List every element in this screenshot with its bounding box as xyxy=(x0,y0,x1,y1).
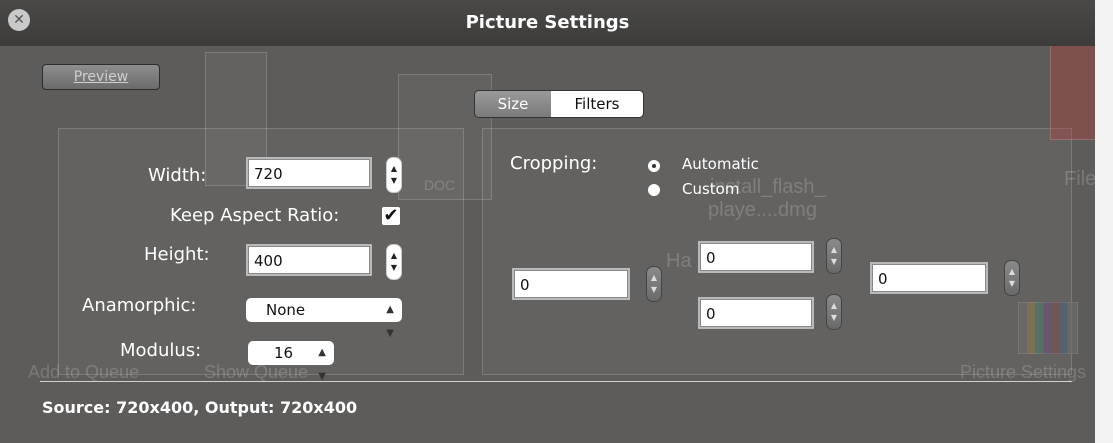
tab-size[interactable]: Size xyxy=(475,91,551,117)
popup-arrows-icon: ▲ ▼ xyxy=(386,304,394,339)
crop-top-field[interactable]: 0 xyxy=(698,241,814,273)
crop-left-stepper[interactable]: ▲ ▼ xyxy=(646,266,662,302)
window-edge xyxy=(1095,0,1113,443)
modulus-value: 16 xyxy=(274,344,294,362)
radio-custom-label: Custom xyxy=(682,180,740,198)
height-stepper[interactable]: ▲ ▼ xyxy=(386,244,402,280)
crop-right-stepper[interactable]: ▲ ▼ xyxy=(1004,260,1020,296)
crop-top-stepper[interactable]: ▲ ▼ xyxy=(826,238,842,274)
height-field[interactable]: 400 xyxy=(246,244,372,276)
width-stepper[interactable]: ▲ ▼ xyxy=(386,157,402,193)
width-field[interactable]: 720 xyxy=(246,157,372,189)
divider xyxy=(40,381,1072,382)
tab-filters[interactable]: Filters xyxy=(551,91,643,117)
title-bar: ✕ Picture Settings xyxy=(0,0,1095,46)
crop-bottom-field[interactable]: 0 xyxy=(698,297,814,329)
width-label: Width: xyxy=(148,165,207,186)
modulus-popup[interactable]: 16 ▲ ▼ xyxy=(248,341,334,382)
background-picture-settings-icon xyxy=(1018,302,1078,354)
radio-custom[interactable] xyxy=(648,184,660,196)
tab-segmented-control: Size Filters xyxy=(474,90,644,118)
modulus-label: Modulus: xyxy=(120,340,202,361)
preview-button[interactable]: Preview xyxy=(42,64,160,90)
crop-left-field[interactable]: 0 xyxy=(512,268,630,300)
radio-automatic[interactable] xyxy=(648,160,660,172)
anamorphic-value: None xyxy=(266,301,306,319)
keep-aspect-ratio-checkbox[interactable]: ✔ xyxy=(382,207,400,225)
anamorphic-popup[interactable]: None ▲ ▼ xyxy=(246,298,402,339)
cropping-label: Cropping: xyxy=(510,153,598,174)
height-label: Height: xyxy=(144,244,210,265)
picture-settings-window: install_flash_ playe....dmg DOC Filez Ha… xyxy=(0,0,1113,443)
radio-automatic-label: Automatic xyxy=(682,155,759,173)
status-text: Source: 720x400, Output: 720x400 xyxy=(42,398,358,417)
window-title: Picture Settings xyxy=(465,12,630,33)
crop-bottom-stepper[interactable]: ▲ ▼ xyxy=(826,294,842,330)
anamorphic-label: Anamorphic: xyxy=(82,295,197,316)
crop-right-field[interactable]: 0 xyxy=(870,262,988,294)
keep-aspect-ratio-label: Keep Aspect Ratio: xyxy=(170,205,340,226)
